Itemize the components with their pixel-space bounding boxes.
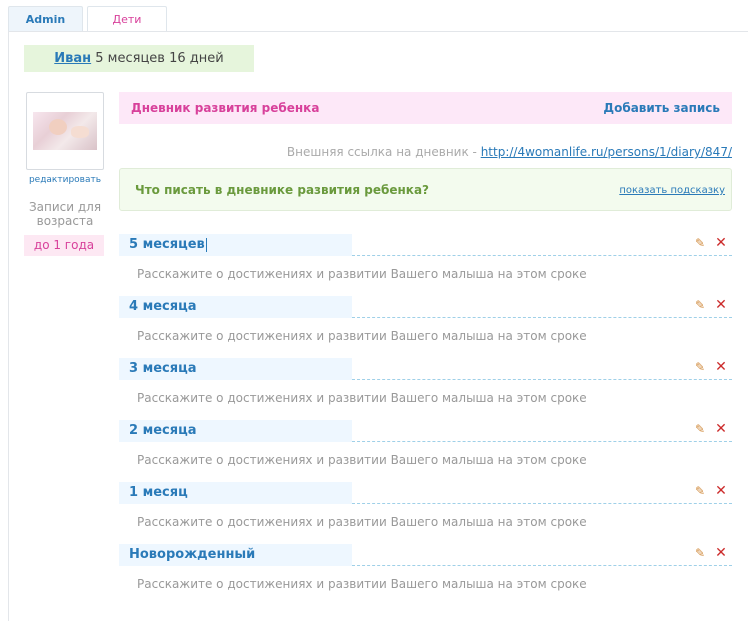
entry-divider [352,317,732,318]
entry-description: Расскажите о достижениях и развитии Ваше… [137,391,587,405]
diary-entry: Новорожденный ✎ ✕ Расскажите о достижени… [119,544,732,606]
pencil-icon[interactable]: ✎ [694,236,706,250]
diary-entry: 4 месяца ✎ ✕ Расскажите о достижениях и … [119,296,732,358]
entry-title[interactable]: Новорожденный [119,544,352,566]
cross-icon[interactable]: ✕ [714,421,728,437]
tab-admin[interactable]: Admin [8,6,83,31]
text-caret [205,237,207,252]
entry-description: Расскажите о достижениях и развитии Ваше… [137,453,587,467]
entry-description: Расскажите о достижениях и развитии Ваше… [137,577,587,591]
child-age: 5 месяцев 16 дней [95,51,224,66]
tab-bar: Admin Дети [8,6,748,32]
cross-icon[interactable]: ✕ [714,359,728,375]
child-header: Иван 5 месяцев 16 дней [24,45,254,72]
entry-title[interactable]: 3 месяца [119,358,352,380]
entry-title[interactable]: 5 месяцев [119,234,352,256]
child-photo[interactable] [26,92,104,170]
cross-icon[interactable]: ✕ [714,297,728,313]
tab-kids[interactable]: Дети [87,6,167,32]
age-filter-badge[interactable]: до 1 года [24,235,104,256]
external-link-label: Внешняя ссылка на дневник - [286,145,477,159]
entry-description: Расскажите о достижениях и развитии Ваше… [137,515,587,529]
pencil-icon[interactable]: ✎ [694,360,706,374]
baby-head-shape [49,119,67,135]
cross-icon[interactable]: ✕ [714,545,728,561]
pencil-icon[interactable]: ✎ [694,546,706,560]
entry-divider [352,565,732,566]
baby-photo-image [33,112,97,150]
entry-divider [352,441,732,442]
diary-entry: 2 месяца ✎ ✕ Расскажите о достижениях и … [119,420,732,482]
diary-entry: 3 месяца ✎ ✕ Расскажите о достижениях и … [119,358,732,420]
entry-divider [352,379,732,380]
entry-divider [352,255,732,256]
hint-question: Что писать в дневнике развития ребенка? [135,183,429,197]
child-name-link[interactable]: Иван [54,51,91,66]
cross-icon[interactable]: ✕ [714,483,728,499]
baby-hand-shape [71,126,89,138]
pencil-icon[interactable]: ✎ [694,422,706,436]
edit-photo-link[interactable]: редактировать [24,175,106,185]
external-link-row: Внешняя ссылка на дневник - http://4woma… [287,145,732,159]
diary-entry: 1 месяц ✎ ✕ Расскажите о достижениях и р… [119,482,732,544]
hint-box: Что писать в дневнике развития ребенка? … [119,168,732,211]
entry-description: Расскажите о достижениях и развитии Ваше… [137,329,587,343]
show-hint-link[interactable]: показать подсказку [619,185,725,196]
add-entry-link[interactable]: Добавить запись [603,92,720,124]
entry-title[interactable]: 2 месяца [119,420,352,442]
entry-description: Расскажите о достижениях и развитии Ваше… [137,267,587,281]
pencil-icon[interactable]: ✎ [694,298,706,312]
diary-entry: 5 месяцев ✎ ✕ Расскажите о достижениях и… [119,234,732,296]
cross-icon[interactable]: ✕ [714,235,728,251]
entry-title[interactable]: 4 месяца [119,296,352,318]
diary-title: Дневник развития ребенка [131,101,320,115]
records-for-age-label: Записи для возраста [28,200,102,228]
pencil-icon[interactable]: ✎ [694,484,706,498]
diary-header: Дневник развития ребенка Добавить запись [119,92,732,124]
entry-title[interactable]: 1 месяц [119,482,352,504]
entry-title-text: 5 месяцев [129,237,205,252]
external-link-url[interactable]: http://4womanlife.ru/persons/1/diary/847… [481,145,732,159]
entry-divider [352,503,732,504]
